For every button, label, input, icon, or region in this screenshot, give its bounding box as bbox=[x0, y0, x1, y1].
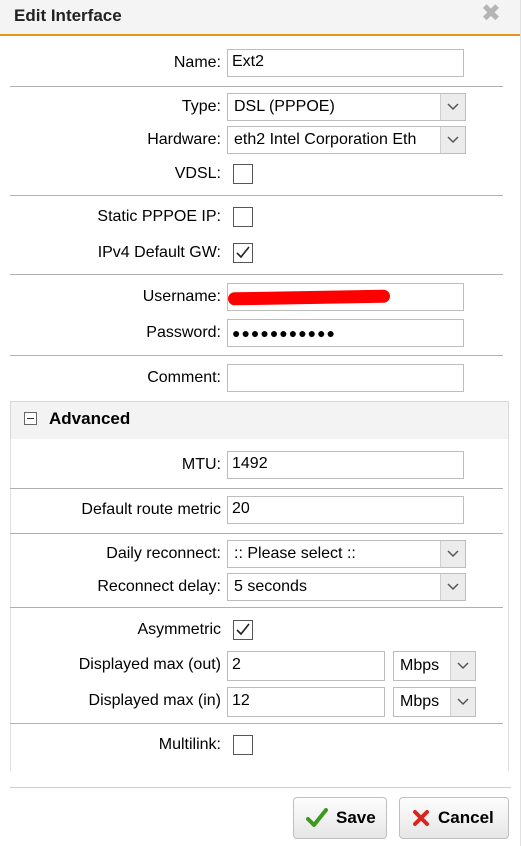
footer-divider bbox=[10, 787, 511, 788]
divider bbox=[10, 274, 503, 275]
checkmark-icon bbox=[236, 623, 250, 636]
default-route-metric-row: Default route metric 20 bbox=[0, 496, 521, 526]
reconnect-delay-label: Reconnect delay: bbox=[97, 578, 221, 595]
divider bbox=[10, 86, 503, 87]
asymmetric-row: Asymmetric bbox=[0, 616, 521, 646]
ipv4-default-gw-row: IPv4 Default GW: bbox=[0, 239, 521, 269]
divider bbox=[10, 355, 503, 356]
type-value: DSL (PPPOE) bbox=[234, 98, 335, 115]
static-pppoe-ip-label: Static PPPOE IP: bbox=[97, 208, 221, 225]
chevron-down-icon[interactable] bbox=[440, 574, 465, 600]
divider bbox=[10, 533, 503, 534]
ipv4-default-gw-checkbox[interactable] bbox=[233, 243, 253, 263]
divider bbox=[10, 488, 503, 489]
advanced-section-header[interactable]: Advanced bbox=[10, 401, 509, 439]
comment-label: Comment: bbox=[147, 369, 221, 386]
password-row: Password: ●●●●●●●●●●● bbox=[0, 319, 521, 349]
checkmark-icon bbox=[236, 246, 250, 259]
default-route-metric-label: Default route metric bbox=[81, 501, 221, 518]
save-button[interactable]: Save bbox=[293, 797, 387, 839]
password-label: Password: bbox=[146, 324, 221, 341]
chevron-down-icon[interactable] bbox=[440, 541, 465, 567]
name-row: Name: Ext2 bbox=[0, 49, 521, 79]
type-label: Type: bbox=[181, 98, 221, 115]
daily-reconnect-value: :: Please select :: bbox=[234, 545, 356, 562]
asymmetric-label: Asymmetric bbox=[137, 621, 221, 638]
max-out-unit-select[interactable]: Mbps bbox=[393, 651, 476, 681]
cancel-x-icon bbox=[412, 809, 430, 827]
divider bbox=[10, 195, 503, 196]
mtu-row: MTU: 1492 bbox=[0, 451, 521, 481]
max-in-unit-value: Mbps bbox=[400, 693, 440, 710]
chevron-down-icon[interactable] bbox=[440, 127, 465, 153]
cancel-label: Cancel bbox=[438, 808, 494, 827]
multilink-checkbox[interactable] bbox=[233, 735, 253, 755]
default-route-metric-input[interactable]: 20 bbox=[227, 496, 464, 524]
max-in-row: Displayed max (in) 12 Mbps bbox=[0, 687, 521, 717]
password-input[interactable]: ●●●●●●●●●●● bbox=[227, 319, 464, 347]
checkmark-icon bbox=[306, 808, 328, 828]
collapse-icon[interactable] bbox=[24, 412, 37, 425]
type-row: Type: DSL (PPPOE) bbox=[0, 93, 521, 123]
chevron-down-icon[interactable] bbox=[450, 688, 475, 716]
max-in-unit-select[interactable]: Mbps bbox=[393, 687, 476, 717]
type-select[interactable]: DSL (PPPOE) bbox=[227, 93, 466, 121]
username-label: Username: bbox=[142, 288, 221, 305]
asymmetric-checkbox[interactable] bbox=[233, 620, 253, 640]
multilink-label: Multilink: bbox=[158, 736, 221, 753]
divider bbox=[10, 723, 503, 724]
hardware-row: Hardware: eth2 Intel Corporation Eth bbox=[0, 126, 521, 156]
chevron-down-icon[interactable] bbox=[450, 652, 475, 680]
max-out-label: Displayed max (out) bbox=[78, 656, 221, 673]
vdsl-row: VDSL: bbox=[0, 160, 521, 190]
max-in-label: Displayed max (in) bbox=[88, 692, 221, 709]
name-label: Name: bbox=[173, 54, 221, 71]
chevron-down-icon[interactable] bbox=[440, 94, 465, 120]
multilink-row: Multilink: bbox=[0, 731, 521, 761]
reconnect-delay-value: 5 seconds bbox=[234, 578, 307, 595]
daily-reconnect-row: Daily reconnect: :: Please select :: bbox=[0, 540, 521, 570]
comment-row: Comment: bbox=[0, 364, 521, 394]
vdsl-label: VDSL: bbox=[174, 165, 221, 182]
static-pppoe-ip-checkbox[interactable] bbox=[233, 207, 253, 227]
mtu-label: MTU: bbox=[181, 456, 221, 473]
daily-reconnect-label: Daily reconnect: bbox=[106, 545, 221, 562]
mtu-input[interactable]: 1492 bbox=[227, 451, 464, 479]
max-out-unit-value: Mbps bbox=[400, 657, 440, 674]
reconnect-delay-select[interactable]: 5 seconds bbox=[227, 573, 466, 601]
reconnect-delay-row: Reconnect delay: 5 seconds bbox=[0, 573, 521, 603]
close-icon[interactable]: ✖ bbox=[481, 2, 501, 26]
max-out-row: Displayed max (out) 2 Mbps bbox=[0, 651, 521, 681]
daily-reconnect-select[interactable]: :: Please select :: bbox=[227, 540, 466, 568]
dialog-titlebar: Edit Interface ✖ bbox=[0, 0, 521, 36]
divider bbox=[10, 607, 503, 608]
comment-input[interactable] bbox=[227, 364, 464, 392]
ipv4-default-gw-label: IPv4 Default GW: bbox=[97, 244, 221, 261]
max-in-input[interactable]: 12 bbox=[227, 687, 385, 717]
max-out-input[interactable]: 2 bbox=[227, 651, 385, 681]
hardware-select[interactable]: eth2 Intel Corporation Eth bbox=[227, 126, 466, 154]
hardware-label: Hardware: bbox=[147, 131, 221, 148]
vdsl-checkbox[interactable] bbox=[233, 164, 253, 184]
hardware-value: eth2 Intel Corporation Eth bbox=[234, 131, 417, 148]
advanced-title: Advanced bbox=[49, 409, 131, 428]
static-pppoe-ip-row: Static PPPOE IP: bbox=[0, 203, 521, 233]
dialog-title: Edit Interface bbox=[14, 6, 122, 25]
name-input[interactable]: Ext2 bbox=[227, 49, 464, 77]
cancel-button[interactable]: Cancel bbox=[399, 797, 509, 839]
save-label: Save bbox=[336, 808, 376, 827]
